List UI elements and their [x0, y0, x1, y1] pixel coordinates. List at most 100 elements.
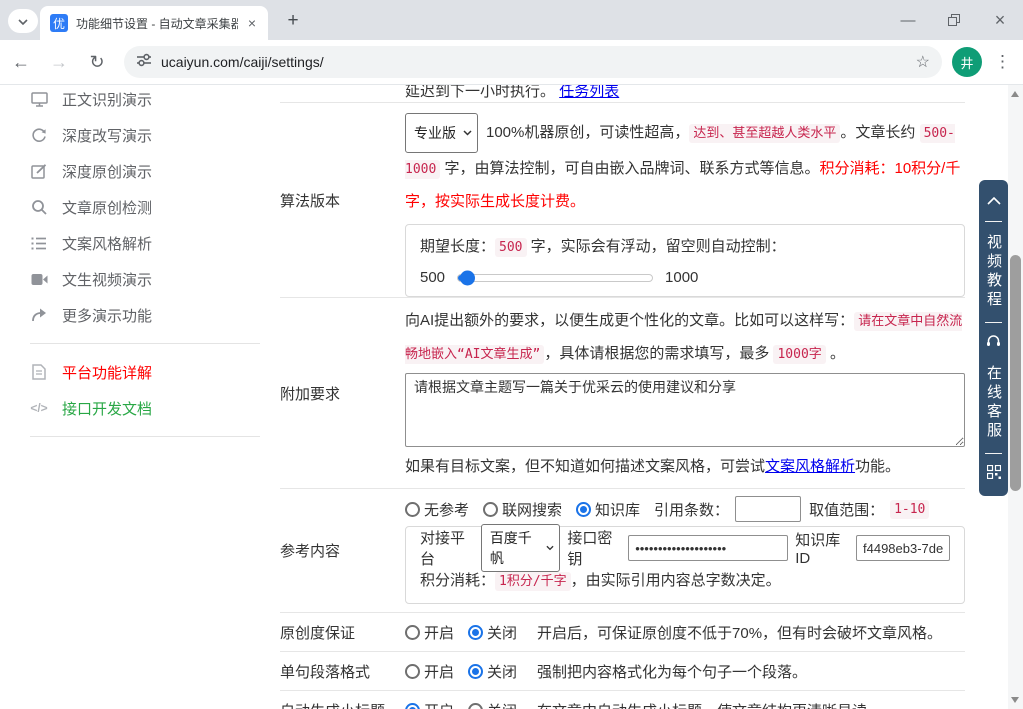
ref-cost-code: 1积分/千字	[495, 572, 571, 591]
expected-length-box: 期望长度：500 字，实际会有浮动，留空则自动控制： 500 1000	[405, 224, 965, 297]
slider-max-label: 1000	[665, 269, 698, 286]
sidebar-item-text-to-video[interactable]: 文生视频演示	[30, 261, 260, 297]
profile-avatar[interactable]: 井	[952, 47, 982, 77]
row-label: 算法版本	[280, 103, 405, 297]
scrollbar-thumb[interactable]	[1010, 255, 1021, 491]
reload-button[interactable]: ↻	[80, 45, 114, 79]
qr-code-icon[interactable]	[987, 465, 1001, 484]
algorithm-version-select[interactable]: 专业版	[405, 113, 478, 153]
chevron-up-icon[interactable]	[987, 192, 1001, 210]
extra-max-code: 1000字	[773, 345, 825, 364]
algo-highlight: 达到、甚至超越人类水平	[689, 124, 840, 143]
toggle-description: 开启后，可保证原创度不低于70%，但有时会破坏文章风格。	[537, 622, 942, 643]
url-text[interactable]: ucaiyun.com/caiji/settings/	[161, 54, 907, 70]
bookmark-star-icon[interactable]: ☆	[916, 52, 930, 72]
radio-no-reference[interactable]	[405, 502, 420, 517]
partial-top-row: 延迟到下一小时执行。 任务列表	[280, 85, 965, 103]
length-slider[interactable]	[457, 274, 653, 282]
code-icon: </>	[30, 401, 48, 415]
radio-off[interactable]	[468, 664, 483, 679]
sidebar-item-label: 接口开发文档	[62, 398, 152, 419]
radio-label[interactable]: 关闭	[487, 700, 517, 709]
tab-search-button[interactable]	[8, 9, 38, 33]
headset-icon[interactable]	[986, 334, 1001, 353]
row-label: 单句段落格式	[280, 661, 405, 682]
page-scrollbar[interactable]	[1008, 85, 1023, 709]
video-tutorial-button[interactable]: 视频教程	[986, 234, 1001, 310]
task-list-link[interactable]: 任务列表	[559, 85, 619, 100]
scroll-down-arrow-icon[interactable]	[1011, 697, 1019, 703]
sidebar-item-deep-rewrite[interactable]: 深度改写演示	[30, 117, 260, 153]
sidebar-item-originality-check[interactable]: 文章原创检测	[30, 189, 260, 225]
algo-desc-text: 字，由算法控制，可自由嵌入品牌词、联系方式等信息。	[440, 160, 819, 177]
extra-desc-text: 向AI提出额外的要求，以便生成更个性化的文章。比如可以这样写：	[405, 312, 854, 329]
settings-form: 延迟到下一小时执行。 任务列表 算法版本 专业版 100%机器原创，可读性超高，…	[280, 85, 965, 709]
api-key-input[interactable]	[628, 535, 788, 561]
radio-label[interactable]: 开启	[424, 661, 454, 682]
kb-id-input[interactable]	[856, 535, 950, 561]
radio-knowledge-base[interactable]	[576, 502, 591, 517]
radio-label[interactable]: 知识库	[595, 499, 640, 520]
search-icon	[30, 199, 48, 215]
panel-divider	[985, 221, 1002, 222]
scroll-up-arrow-icon[interactable]	[1011, 91, 1019, 97]
radio-label[interactable]: 开启	[424, 700, 454, 709]
sidebar-item-api-docs[interactable]: </> 接口开发文档	[30, 390, 260, 426]
radio-label[interactable]: 关闭	[487, 622, 517, 643]
extra-requirements-textarea[interactable]: 请根据文章主题写一篇关于优采云的使用建议和分享	[405, 373, 965, 447]
sidebar-item-label: 文生视频演示	[62, 269, 152, 290]
window-controls: — ×	[885, 0, 1023, 40]
restore-button[interactable]	[931, 0, 977, 40]
ref-cost-text: 积分消耗：	[420, 572, 495, 589]
platform-select[interactable]: 百度千帆	[481, 524, 561, 572]
radio-off[interactable]	[468, 703, 483, 709]
sidebar-divider	[30, 436, 260, 437]
online-service-button[interactable]: 在线客服	[986, 365, 1001, 441]
radio-web-search[interactable]	[483, 502, 498, 517]
radio-label[interactable]: 开启	[424, 622, 454, 643]
radio-on[interactable]	[405, 664, 420, 679]
radio-on[interactable]	[405, 625, 420, 640]
back-button[interactable]: ←	[4, 45, 38, 79]
radio-on[interactable]	[405, 703, 420, 709]
row-algorithm-version: 算法版本 专业版 100%机器原创，可读性超高，达到、甚至超越人类水平。文章长约…	[280, 103, 965, 298]
ref-cost-text: ，由实际引用内容总字数决定。	[571, 572, 781, 589]
tab-close-icon[interactable]: ×	[246, 15, 258, 31]
sidebar-item-platform-docs[interactable]: 平台功能详解	[30, 354, 260, 390]
minimize-button[interactable]: —	[885, 0, 931, 40]
browser-toolbar: ← → ↻ ucaiyun.com/caiji/settings/ ☆ 井 ⋮	[0, 40, 1023, 85]
radio-label[interactable]: 无参考	[424, 499, 469, 520]
site-settings-icon[interactable]	[136, 52, 152, 73]
browser-menu-icon[interactable]: ⋮	[994, 52, 1011, 72]
algo-desc-text: 。文章长约	[840, 124, 919, 141]
kb-id-label: 知识库ID	[795, 529, 849, 567]
radio-off[interactable]	[468, 625, 483, 640]
sidebar-item-style-analysis[interactable]: 文案风格解析	[30, 225, 260, 261]
new-tab-button[interactable]: +	[280, 8, 306, 34]
floating-help-panel[interactable]: 视频教程 在线客服	[979, 180, 1008, 496]
row-originality-guarantee: 原创度保证 开启 关闭 开启后，可保证原创度不低于70%，但有时会破坏文章风格。	[280, 613, 965, 652]
sidebar-item-deep-original[interactable]: 深度原创演示	[30, 153, 260, 189]
slider-handle[interactable]	[460, 270, 475, 285]
sidebar-item-more-demos[interactable]: 更多演示功能	[30, 297, 260, 333]
toggle-description: 在文章中自动生成小标题，使文章结构更清晰易读。	[537, 700, 882, 709]
close-button[interactable]: ×	[977, 0, 1023, 40]
row-auto-subheadings: 自动生成小标题 开启 关闭 在文章中自动生成小标题，使文章结构更清晰易读。	[280, 691, 965, 709]
api-key-label: 接口密钥	[567, 527, 621, 569]
style-analysis-link[interactable]: 文案风格解析	[765, 458, 855, 475]
tab-title: 功能细节设置 - 自动文章采集器	[76, 15, 238, 32]
panel-divider	[985, 453, 1002, 454]
platform-label: 对接平台	[420, 527, 474, 569]
page-content: 正文识别演示 深度改写演示 深度原创演示 文章原创检测 文案风格解析	[0, 85, 1023, 709]
radio-label[interactable]: 关闭	[487, 661, 517, 682]
sidebar-item-body-recognition[interactable]: 正文识别演示	[30, 85, 260, 117]
address-bar[interactable]: ucaiyun.com/caiji/settings/ ☆	[124, 46, 942, 78]
browser-tab[interactable]: 优 功能细节设置 - 自动文章采集器 ×	[40, 6, 268, 40]
quote-count-input[interactable]	[735, 496, 801, 522]
hint-text: 如果有目标文案，但不知道如何描述文案风格，可尝试	[405, 458, 765, 475]
row-extra-requirements: 附加要求 向AI提出额外的要求，以便生成更个性化的文章。比如可以这样写：请在文章…	[280, 298, 965, 489]
radio-label[interactable]: 联网搜索	[502, 499, 562, 520]
knowledge-base-box: 对接平台 百度千帆 接口密钥 知识库ID 积分消耗：1积分/千字，由实际引用内容…	[405, 526, 965, 604]
extra-desc-text: ，具体请根据您的需求填写，最多	[544, 345, 773, 362]
row-label: 参考内容	[280, 489, 405, 612]
